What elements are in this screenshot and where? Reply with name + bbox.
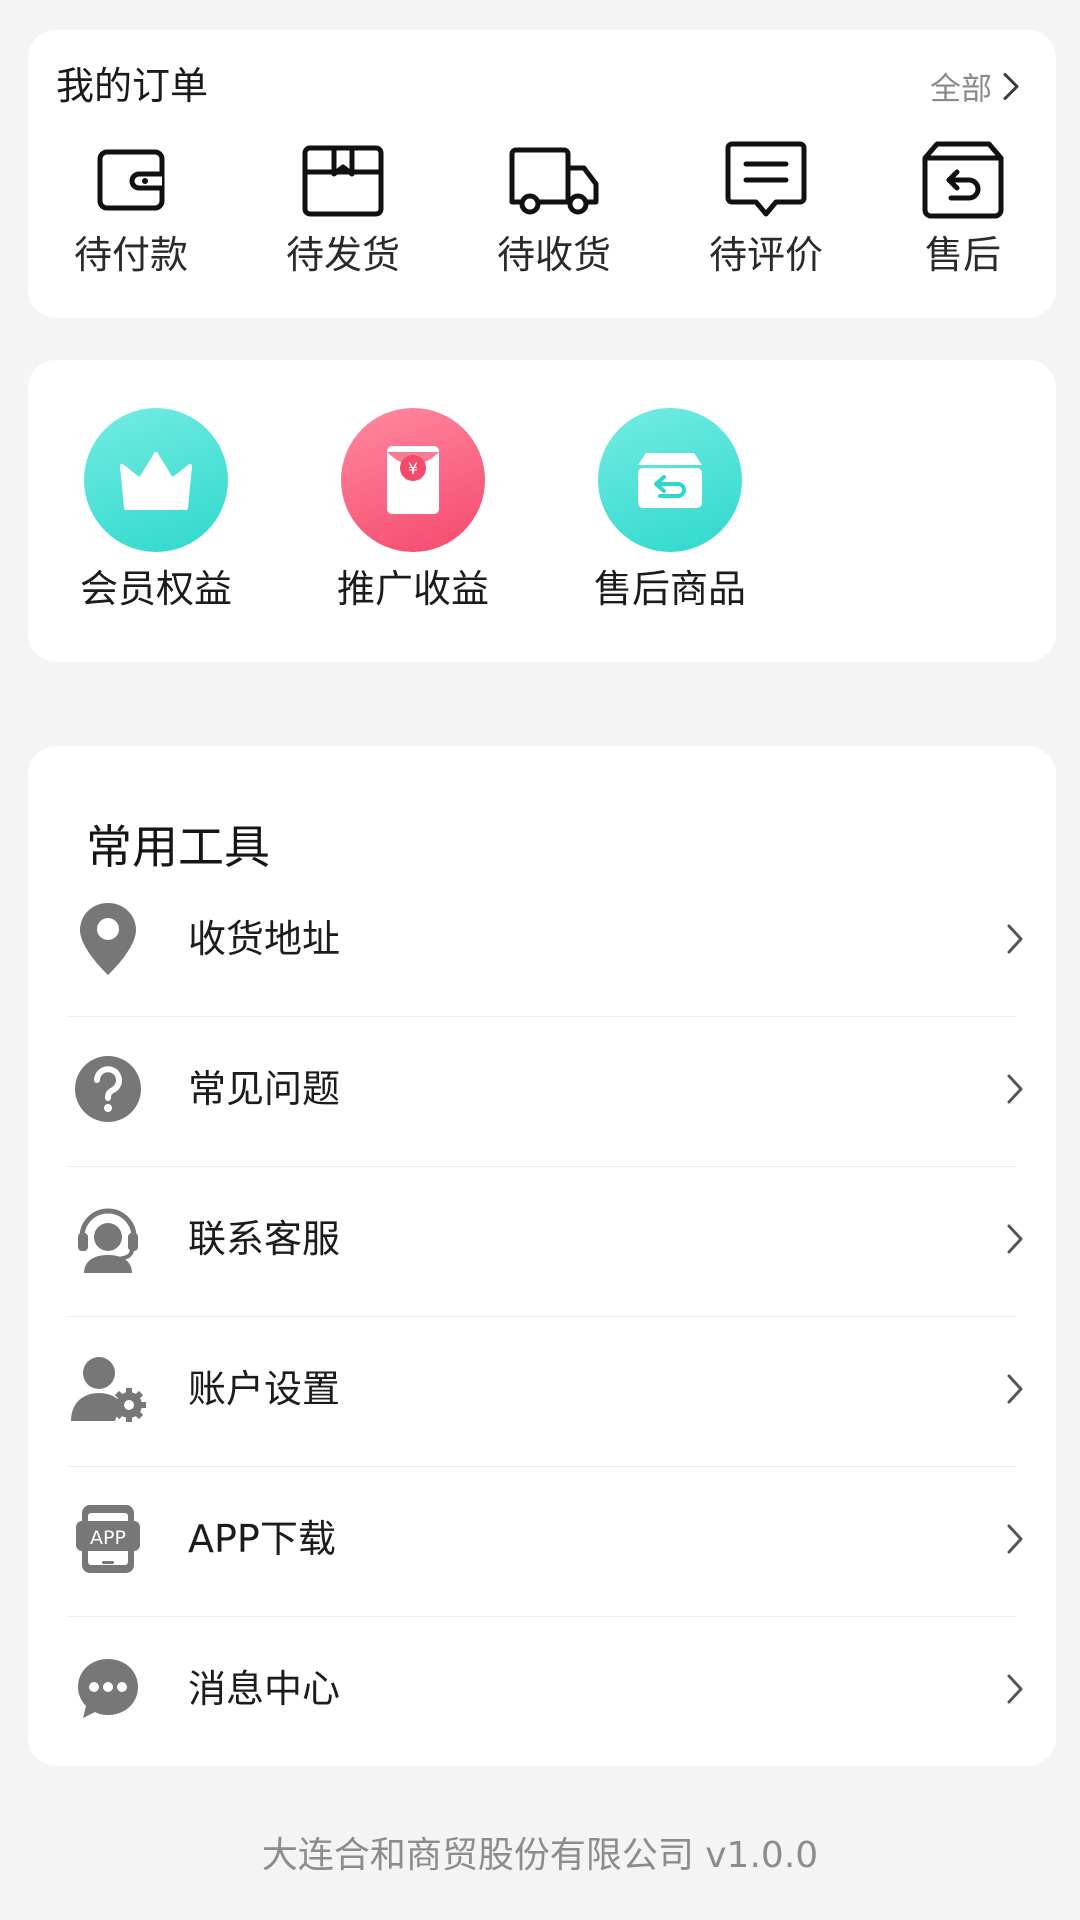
tool-item-shipping-address[interactable]: 收货地址 <box>68 864 1044 1014</box>
chevron-right-icon <box>1007 924 1023 954</box>
order-status-label: 待评价 <box>708 233 823 277</box>
tool-label: APP下载 <box>188 1517 336 1561</box>
benefit-icon-circle: ¥ <box>341 408 485 552</box>
tool-item-app-download[interactable]: APP APP下载 <box>68 1464 1044 1614</box>
orders-view-all-link[interactable]: 全部 <box>930 64 1020 109</box>
promotion-earnings-button[interactable]: ¥ 推广收益 <box>313 408 513 608</box>
order-status-label: 待付款 <box>73 233 188 277</box>
chevron-right-icon <box>1007 1374 1023 1404</box>
orders-view-all-label: 全部 <box>930 71 992 108</box>
orders-card: 我的订单 全部 待付款 待发货 待收货 待评价 售后 <box>28 30 1056 318</box>
benefit-label: 推广收益 <box>336 567 489 611</box>
location-pin-icon <box>68 899 148 979</box>
delivery-truck-icon <box>509 147 599 215</box>
return-box-icon <box>922 141 1004 219</box>
order-status-label: 待发货 <box>285 233 400 277</box>
benefit-icon-circle <box>84 408 228 552</box>
app-download-icon: APP <box>68 1499 148 1579</box>
order-status-pending-payment[interactable]: 待付款 <box>51 138 211 274</box>
tool-item-faq[interactable]: 常见问题 <box>68 1014 1044 1164</box>
chevron-right-icon <box>1007 1224 1023 1254</box>
chevron-right-icon <box>1007 1524 1023 1554</box>
orders-title: 我的订单 <box>56 64 209 108</box>
benefit-icon-circle <box>598 408 742 552</box>
tool-label: 账户设置 <box>188 1367 341 1411</box>
user-settings-icon <box>68 1349 148 1429</box>
chevron-right-icon <box>1007 1074 1023 1104</box>
tool-label: 收货地址 <box>188 917 341 961</box>
svg-text:APP: APP <box>90 1527 126 1549</box>
order-status-pending-review[interactable]: 待评价 <box>686 138 846 274</box>
tool-label: 消息中心 <box>188 1667 341 1711</box>
after-sales-products-button[interactable]: 售后商品 <box>570 408 770 608</box>
benefits-card: 会员权益 ¥ 推广收益 售后商品 <box>28 360 1056 662</box>
return-box-icon <box>638 453 702 508</box>
crown-icon <box>120 452 192 510</box>
order-status-pending-shipment[interactable]: 待发货 <box>263 138 423 274</box>
order-status-label: 待收货 <box>496 233 611 277</box>
tool-item-customer-service[interactable]: 联系客服 <box>68 1164 1044 1314</box>
wallet-icon <box>97 149 165 211</box>
footer-company-version: 大连合和商贸股份有限公司 v1.0.0 <box>261 1835 819 1876</box>
tool-label: 常见问题 <box>188 1067 341 1111</box>
order-status-after-sales[interactable]: 售后 <box>883 138 1043 274</box>
tool-label: 联系客服 <box>188 1217 341 1261</box>
question-icon <box>68 1049 148 1129</box>
benefit-label: 售后商品 <box>593 567 746 611</box>
tool-item-account-settings[interactable]: 账户设置 <box>68 1314 1044 1464</box>
member-benefits-button[interactable]: 会员权益 <box>56 408 256 608</box>
order-status-label: 售后 <box>924 233 1001 277</box>
order-status-pending-receipt[interactable]: 待收货 <box>474 138 634 274</box>
customer-service-icon <box>68 1199 148 1279</box>
benefit-label: 会员权益 <box>79 567 232 611</box>
chevron-right-icon <box>1007 1674 1023 1704</box>
package-icon <box>302 145 384 217</box>
message-icon <box>68 1649 148 1729</box>
review-message-icon <box>725 141 807 217</box>
chevron-right-icon <box>1003 72 1019 100</box>
red-envelope-icon: ¥ <box>387 446 439 514</box>
tools-card: 常用工具 收货地址 常见问题 联系客服 账户设置 APP APP下载 消息中心 <box>28 746 1056 1766</box>
svg-text:¥: ¥ <box>408 459 418 478</box>
tool-item-message-center[interactable]: 消息中心 <box>68 1614 1044 1764</box>
